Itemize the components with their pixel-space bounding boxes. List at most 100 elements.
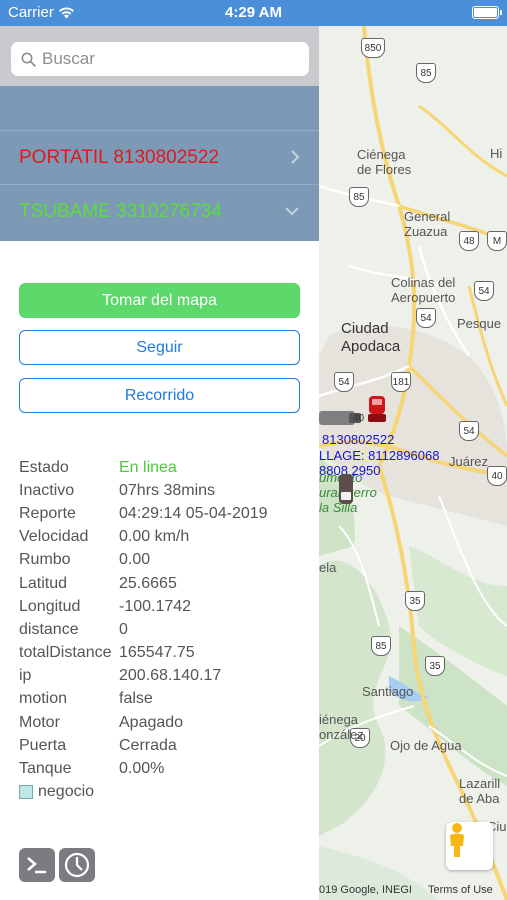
info-value: 07hrs 38mins (119, 481, 216, 499)
info-value: 0.00% (119, 760, 165, 778)
info-key: motion (19, 690, 68, 708)
info-row: Velocidad 0.00 km/h (19, 526, 319, 549)
terms-link[interactable]: Terms of Use (428, 884, 493, 896)
place-label: Ojo de Agua (390, 738, 462, 753)
info-value: 165547.75 (119, 644, 195, 662)
info-value: false (119, 690, 153, 708)
road-shield: 48 (459, 231, 479, 251)
status-bar: Carrier 4:29 AM (0, 0, 507, 26)
street-view-button[interactable] (446, 822, 493, 870)
place-label: Pesque (457, 316, 502, 331)
info-key: Inactivo (19, 481, 75, 499)
device-info: Estado En linea Inactivo 07hrs 38mins Repo… (19, 456, 319, 804)
place-label: Ciénega de Flores (357, 147, 412, 177)
info-value: Apagado (119, 713, 184, 731)
chevron-right-icon (291, 150, 300, 164)
road-shield: M (487, 231, 507, 251)
place-label: Colinas del Aeropuerto (391, 275, 456, 305)
info-row: Estado En linea (19, 456, 319, 479)
info-key: Tanque (19, 760, 72, 778)
clock-icon (64, 852, 90, 878)
search-field[interactable] (11, 42, 309, 76)
road-shield: 35 (425, 656, 445, 676)
info-row: Tanque 0.00% (19, 757, 319, 780)
battery-icon (472, 6, 502, 19)
info-key: Longitud (19, 597, 81, 615)
info-row: Reporte 04:29:14 05-04-2019 (19, 502, 319, 525)
place-label: Santiago (362, 684, 414, 699)
info-row: ip 200.68.140.17 (19, 665, 319, 688)
road-shield: 85 (416, 63, 436, 83)
device-label: PORTATIL 8130802522 (19, 146, 219, 168)
place-label: ela (319, 560, 337, 575)
legend-item[interactable]: negocio (19, 781, 319, 804)
info-row: Inactivo 07hrs 38mins (19, 479, 319, 502)
clock-time: 4:29 AM (225, 4, 282, 21)
info-row: totalDistance 165547.75 (19, 642, 319, 665)
info-value: 0.00 km/h (119, 528, 190, 546)
info-row: Latitud 25.6665 (19, 572, 319, 595)
info-key: Rumbo (19, 551, 71, 569)
info-value: 0.00 (119, 551, 151, 569)
road-shield: 85 (371, 636, 391, 656)
history-button[interactable] (59, 848, 95, 882)
info-value: Cerrada (119, 736, 177, 754)
info-value: 04:29:14 05-04-2019 (119, 504, 268, 522)
info-key: ip (19, 667, 32, 685)
device-list: PORTATIL 8130802522 TSUBAME 3310276734 (0, 86, 319, 241)
take-from-map-button[interactable]: Tomar del mapa (19, 283, 300, 318)
road-shield: 54 (459, 421, 479, 441)
road-shield: 54 (416, 308, 436, 328)
info-value: En linea (119, 458, 177, 476)
pegman-icon (450, 823, 464, 857)
follow-button[interactable]: Seguir (19, 330, 300, 365)
device-row-tsubame[interactable]: TSUBAME 3310276734 (0, 184, 319, 238)
map-view[interactable]: 850 85 85 48 M 54 54 54 181 54 40 35 85 … (319, 26, 507, 900)
info-row: Puerta Cerrada (19, 734, 319, 757)
info-row: Motor Apagado (19, 711, 319, 734)
info-value: -100.1742 (119, 597, 192, 615)
road-shield: 85 (349, 187, 369, 207)
road-shield: 35 (405, 591, 425, 611)
info-row: motion false (19, 688, 319, 711)
marker-label: LLAGE: 8112896068 (319, 448, 440, 463)
info-key: Reporte (19, 504, 76, 522)
legend-swatch (19, 785, 33, 800)
place-label: Juárez (449, 454, 489, 469)
info-key: Velocidad (19, 528, 89, 546)
marker-label: 8130802522 (322, 432, 395, 447)
route-button[interactable]: Recorrido (19, 378, 300, 413)
road-shield: 54 (474, 281, 494, 301)
info-row: Rumbo 0.00 (19, 549, 319, 572)
terminal-button[interactable] (19, 848, 55, 882)
info-key: Latitud (19, 574, 68, 592)
road-shield: 850 (361, 38, 385, 58)
info-key: Motor (19, 713, 60, 731)
place-label: Hi (490, 146, 503, 161)
legend-label: negocio (38, 783, 95, 801)
search-bar (0, 26, 319, 86)
search-icon (21, 52, 36, 67)
chevron-down-icon (285, 207, 299, 216)
info-value: 200.68.140.17 (119, 667, 222, 685)
info-row: Longitud -100.1742 (19, 595, 319, 618)
device-label: TSUBAME 3310276734 (19, 200, 222, 222)
road-shield: 181 (391, 372, 411, 392)
info-value: 0 (119, 620, 128, 638)
map-attribution: 019 Google, INEGI (319, 884, 412, 896)
place-label: iénega onzález (319, 712, 364, 742)
place-label: Ciudad Apodaca (341, 320, 401, 355)
device-panel: PORTATIL 8130802522 TSUBAME 3310276734 T… (0, 26, 319, 900)
info-key: Puerta (19, 736, 67, 754)
info-row: distance 0 (19, 618, 319, 641)
truck-red-icon[interactable] (365, 394, 389, 426)
device-row-portatil[interactable]: PORTATIL 8130802522 (0, 130, 319, 184)
info-value: 25.6665 (119, 574, 177, 592)
road-shield: 40 (487, 466, 507, 486)
search-input[interactable] (42, 49, 292, 69)
terminal-icon (27, 857, 46, 874)
info-key: distance (19, 620, 79, 638)
place-label: General Zuazua (404, 209, 451, 239)
truck-dark-icon[interactable] (336, 472, 356, 506)
info-key: Estado (19, 458, 69, 476)
